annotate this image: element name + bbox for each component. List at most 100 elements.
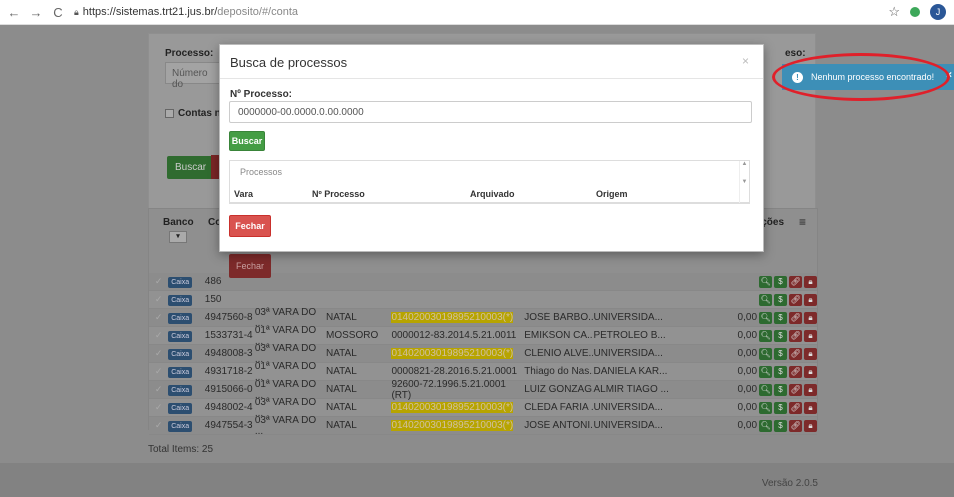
bank-badge: Caixa <box>168 367 193 378</box>
banco-header[interactable]: Banco <box>163 217 194 228</box>
banco-filter-dropdown[interactable]: ▾ <box>169 231 187 243</box>
city-cell: NATAL <box>326 312 357 323</box>
process-number: 01402003019895210003(*) <box>391 402 514 413</box>
city-cell: NATAL <box>326 402 357 413</box>
vara-cell: 03ª VARA DO ... <box>254 414 317 437</box>
address-bar[interactable]: 🔒︎ https://sistemas.trt21.jus.br/ deposi… <box>74 6 298 18</box>
lock-icon[interactable]: 🔒︎ <box>804 293 818 306</box>
city-cell: NATAL <box>326 366 357 377</box>
filter-search-button[interactable]: Buscar <box>167 156 215 179</box>
row-check-icon[interactable]: ✓ <box>149 420 168 431</box>
money-icon[interactable]: $ <box>774 293 788 306</box>
search-icon[interactable]: 🔍︎ <box>759 275 773 288</box>
process-number-input[interactable] <box>229 101 752 123</box>
account-cell: 1533731-4 <box>204 330 253 341</box>
col-process-number[interactable]: Nº Processo <box>312 189 365 199</box>
checkbox-box[interactable] <box>165 109 174 118</box>
row-check-icon[interactable]: ✓ <box>149 366 168 377</box>
search-icon[interactable]: 🔍︎ <box>759 383 773 396</box>
row-check-icon[interactable]: ✓ <box>149 348 168 359</box>
close-icon[interactable]: × <box>742 54 749 68</box>
link-icon[interactable]: 🔗︎ <box>789 275 803 288</box>
lock-icon[interactable]: 🔒︎ <box>804 311 818 324</box>
search-button[interactable]: Buscar <box>229 131 265 151</box>
row-actions: 🔍︎ $ 🔗︎ 🔒︎ <box>759 275 818 288</box>
results-scrollbar[interactable]: ▲ ▼ <box>739 161 749 203</box>
col-vara[interactable]: Vara <box>234 189 253 199</box>
table-row[interactable]: ✓ Caixa 4948008-3 03ª VARA DO ... NATAL 01402… <box>149 343 818 365</box>
search-icon[interactable]: 🔍︎ <box>759 365 773 378</box>
table-row[interactable]: ✓ Caixa 4915066-0 01ª VARA DO ... NATAL 92600… <box>149 379 818 401</box>
table-row[interactable]: ✓ Caixa 4947554-3 03ª VARA DO ... NATAL 01402… <box>149 414 818 437</box>
search-icon[interactable]: 🔍︎ <box>759 293 773 306</box>
money-icon[interactable]: $ <box>774 311 788 324</box>
table-row[interactable]: ✓ Caixa 4947560-8 03ª VARA DO ... NATAL 01402… <box>149 307 818 329</box>
process-number: 01402003019895210003(*) <box>391 312 514 323</box>
money-icon[interactable]: $ <box>774 383 788 396</box>
bank-badge: Caixa <box>168 295 193 306</box>
bank-cell: Caixa <box>168 330 205 342</box>
lock-icon[interactable]: 🔒︎ <box>804 275 818 288</box>
account-cell: 4915066-0 <box>204 384 253 395</box>
link-icon[interactable]: 🔗︎ <box>789 329 803 342</box>
processo-input[interactable]: Número do <box>165 62 225 90</box>
balance-cell: 0,00 <box>737 312 758 323</box>
version-label: Versão 2.0.5 <box>761 478 818 489</box>
money-icon[interactable]: $ <box>774 347 788 360</box>
search-icon[interactable]: 🔍︎ <box>759 419 773 432</box>
lock-icon[interactable]: 🔒︎ <box>804 347 818 360</box>
row-check-icon[interactable]: ✓ <box>149 330 168 341</box>
search-icon[interactable]: 🔍︎ <box>759 347 773 360</box>
row-check-icon[interactable]: ✓ <box>149 276 168 287</box>
city-cell: NATAL <box>326 348 357 359</box>
extension-icon[interactable] <box>910 7 920 17</box>
money-icon[interactable]: $ <box>774 419 788 432</box>
defendant-cell: UNIVERSIDA... <box>593 312 663 323</box>
profile-avatar[interactable]: J <box>930 4 946 20</box>
money-icon[interactable]: $ <box>774 365 788 378</box>
link-icon[interactable]: 🔗︎ <box>789 383 803 396</box>
bookmark-star-icon[interactable]: ☆ <box>888 4 900 20</box>
defendant-cell: PETROLEO B... <box>593 330 666 341</box>
table-row[interactable]: ✓ Caixa 4948002-4 03ª VARA DO ... NATAL 01402… <box>149 397 818 419</box>
row-check-icon[interactable]: ✓ <box>149 312 168 323</box>
menu-icon[interactable]: ≡ <box>799 215 806 229</box>
process-number-label: Nº Processo: <box>230 89 293 100</box>
row-actions: 🔍︎ $ 🔗︎ 🔒︎ <box>759 419 818 432</box>
money-icon[interactable]: $ <box>774 401 788 414</box>
lock-icon[interactable]: 🔒︎ <box>804 419 818 432</box>
row-check-icon[interactable]: ✓ <box>149 294 168 305</box>
money-icon[interactable]: $ <box>774 329 788 342</box>
lock-icon[interactable]: 🔒︎ <box>804 401 818 414</box>
search-icon[interactable]: 🔍︎ <box>759 311 773 324</box>
col-origin[interactable]: Origem <box>596 189 628 199</box>
link-icon[interactable]: 🔗︎ <box>789 347 803 360</box>
bank-badge: Caixa <box>168 403 193 414</box>
close-button[interactable]: Fechar <box>229 215 271 237</box>
city-cell: MOSSORO <box>326 330 379 341</box>
lock-icon: 🔒︎ <box>74 6 79 17</box>
link-icon[interactable]: 🔗︎ <box>789 293 803 306</box>
row-check-icon[interactable]: ✓ <box>149 402 168 413</box>
search-icon[interactable]: 🔍︎ <box>759 401 773 414</box>
lock-icon[interactable]: 🔒︎ <box>804 365 818 378</box>
money-icon[interactable]: $ <box>774 275 788 288</box>
process-search-modal: Busca de processos × Nº Processo: Buscar… <box>219 44 764 252</box>
annotation-ellipse <box>772 53 950 101</box>
table-row[interactable]: ✓ Caixa 1533731-4 01ª VARA DO ... MOSSORO 000… <box>149 325 818 347</box>
link-icon[interactable]: 🔗︎ <box>789 365 803 378</box>
table-row[interactable]: ✓ Caixa 150 🔍︎ $ 🔗︎ 🔒︎ <box>149 291 818 309</box>
row-actions: 🔍︎ $ 🔗︎ 🔒︎ <box>759 365 818 378</box>
search-icon[interactable]: 🔍︎ <box>759 329 773 342</box>
col-archived[interactable]: Arquivado <box>470 189 515 199</box>
link-icon[interactable]: 🔗︎ <box>789 419 803 432</box>
link-icon[interactable]: 🔗︎ <box>789 311 803 324</box>
back-icon[interactable]: ← <box>6 4 22 20</box>
row-check-icon[interactable]: ✓ <box>149 384 168 395</box>
forward-icon[interactable]: → <box>28 4 44 20</box>
modal-title: Busca de processos <box>230 55 348 70</box>
reload-icon[interactable]: C <box>50 4 66 20</box>
link-icon[interactable]: 🔗︎ <box>789 401 803 414</box>
lock-icon[interactable]: 🔒︎ <box>804 329 818 342</box>
lock-icon[interactable]: 🔒︎ <box>804 383 818 396</box>
